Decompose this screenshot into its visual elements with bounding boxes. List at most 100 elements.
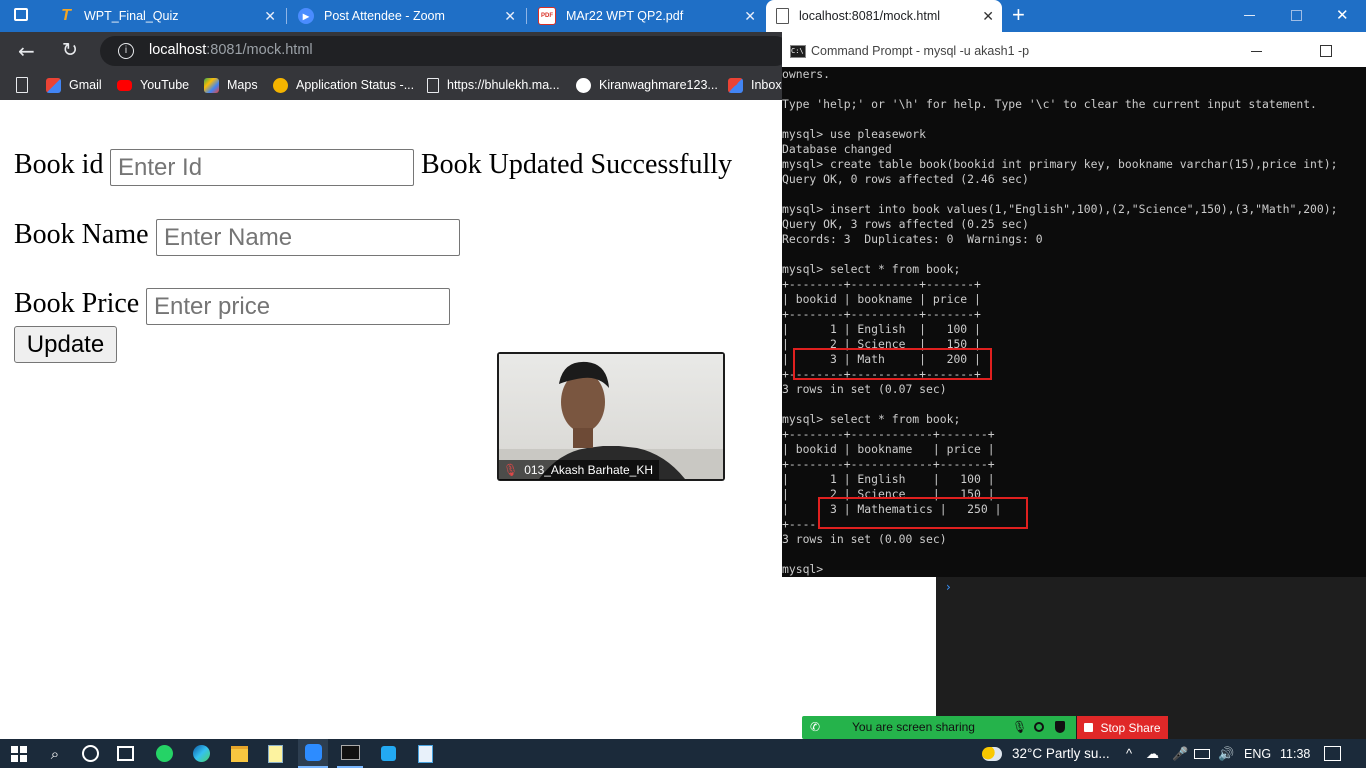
tab-pdf[interactable]: PDF MAr22 WPT QP2.pdf ✕: [528, 0, 764, 32]
highlight-box: [793, 348, 992, 380]
site-info-icon[interactable]: i: [118, 43, 134, 59]
zoom-app-icon[interactable]: [298, 739, 328, 768]
maps-icon: [204, 77, 219, 93]
weather-text: 32°C Partly su...: [1012, 746, 1110, 761]
stop-icon: [1084, 723, 1094, 732]
cmd-icon: C:\: [790, 45, 806, 58]
reload-icon[interactable]: ↻: [62, 39, 78, 61]
book-name-label: Book Name: [14, 219, 149, 250]
participant-name: 013_Akash Barhate_KH: [524, 463, 653, 477]
gmail-icon: [728, 77, 743, 93]
zoom-icon: ▶: [298, 8, 314, 24]
page-icon: [16, 77, 28, 93]
tab-title: WPT_Final_Quiz: [84, 9, 179, 23]
book-price-label: Book Price: [14, 288, 140, 319]
notes-app-icon[interactable]: [415, 739, 435, 768]
bookmark-label: Application Status -...: [296, 78, 415, 92]
sharing-status: You are screen sharing: [852, 720, 975, 734]
file-explorer-icon[interactable]: [229, 739, 249, 768]
record-icon[interactable]: [1034, 722, 1044, 732]
vscode-icon[interactable]: [378, 739, 398, 768]
testbook-icon: T: [61, 7, 71, 24]
notifications-icon[interactable]: [1324, 739, 1341, 768]
cmd-maximize-icon[interactable]: [1320, 45, 1332, 57]
bookmark-youtube[interactable]: YouTube: [117, 70, 189, 100]
youtube-icon: [117, 79, 132, 91]
stop-share-button[interactable]: Stop Share: [1077, 716, 1168, 739]
microphone-icon[interactable]: 🎤: [1172, 739, 1188, 768]
task-view-icon[interactable]: [115, 739, 135, 768]
shield-icon[interactable]: [1055, 721, 1065, 733]
share-drag-icon[interactable]: ✆: [810, 720, 820, 734]
restore-window-icon[interactable]: [1291, 10, 1302, 21]
back-arrow-icon[interactable]: ←: [18, 39, 35, 63]
tab-localhost[interactable]: localhost:8081/mock.html ✕: [766, 0, 1002, 32]
tab-title: Post Attendee - Zoom: [324, 9, 445, 23]
volume-icon[interactable]: 🔊: [1218, 739, 1234, 768]
tab-zoom[interactable]: ▶ Post Attendee - Zoom ✕: [288, 0, 524, 32]
whatsapp-icon[interactable]: [154, 739, 174, 768]
editor-panel: [936, 577, 1366, 739]
edge-icon[interactable]: [191, 739, 211, 768]
cmd-app-icon[interactable]: [337, 739, 363, 768]
update-button[interactable]: Update: [14, 326, 117, 363]
page-icon: [427, 77, 439, 93]
close-icon[interactable]: ✕: [982, 8, 994, 25]
github-icon: [576, 77, 591, 93]
notepad-icon[interactable]: [265, 739, 285, 768]
windows-start-icon[interactable]: [9, 739, 29, 768]
battery-icon[interactable]: [1194, 739, 1210, 768]
tab-wpt-quiz[interactable]: T WPT_Final_Quiz ✕: [48, 0, 284, 32]
bookmark-bhulekh[interactable]: https://bhulekh.ma...: [427, 70, 560, 100]
status-message: Book Updated Successfully: [421, 149, 733, 180]
bookmark-github[interactable]: Kiranwaghmare123...: [576, 70, 718, 100]
url-text[interactable]: localhost:8081/mock.html: [149, 42, 313, 58]
tab-divider: [286, 8, 287, 24]
partly-sunny-icon: [982, 746, 1002, 761]
cmd-title-bar[interactable]: C:\ Command Prompt - mysql -u akash1 -p: [782, 36, 1366, 67]
book-price-input[interactable]: [146, 288, 450, 325]
participant-name-tag: 🎙 013_Akash Barhate_KH: [499, 460, 659, 480]
book-name-input[interactable]: [156, 219, 460, 256]
bookmark-label: Maps: [227, 78, 258, 92]
cmd-minimize-icon[interactable]: [1251, 51, 1262, 52]
status-icon: [273, 77, 288, 93]
page-icon: [776, 8, 789, 24]
screen-share-bar: ✆ You are screen sharing 🎙: [802, 716, 1076, 739]
bookmark-label: Kiranwaghmare123...: [599, 78, 718, 92]
book-id-label: Book id: [14, 149, 104, 180]
url-host: localhost: [149, 42, 207, 58]
bookmark-maps[interactable]: Maps: [204, 70, 258, 100]
tab-divider: [526, 8, 527, 24]
minimize-window-icon[interactable]: [1244, 15, 1255, 16]
mic-muted-icon[interactable]: 🎙: [1012, 720, 1027, 734]
highlight-box: [818, 497, 1028, 529]
close-icon[interactable]: ✕: [744, 8, 756, 25]
muted-mic-icon: 🎙: [503, 463, 519, 477]
bookmark-gmail[interactable]: Gmail: [46, 70, 102, 100]
close-icon[interactable]: ✕: [264, 8, 276, 25]
network-icon[interactable]: ☁: [1146, 739, 1159, 768]
stop-share-label: Stop Share: [1100, 720, 1161, 735]
gmail-icon: [46, 77, 61, 93]
bookmark-inbox[interactable]: Inbox: [728, 70, 782, 100]
bookmark-label: Gmail: [69, 78, 102, 92]
close-icon[interactable]: ✕: [504, 8, 516, 25]
book-id-input[interactable]: [110, 149, 414, 186]
cmd-title: Command Prompt - mysql -u akash1 -p: [811, 44, 1030, 58]
weather-widget[interactable]: 32°C Partly su...: [982, 739, 1110, 768]
chevron-up-icon[interactable]: ^: [1126, 739, 1132, 768]
new-tab-button[interactable]: +: [1012, 2, 1025, 28]
clock[interactable]: 11:38: [1280, 739, 1310, 768]
pdf-icon: PDF: [538, 7, 556, 25]
tab-title: localhost:8081/mock.html: [799, 9, 941, 23]
tab-title: MAr22 WPT QP2.pdf: [566, 9, 684, 23]
cortana-icon[interactable]: [80, 739, 100, 768]
tab-actions-icon[interactable]: [14, 8, 28, 21]
bookmark-label: https://bhulekh.ma...: [447, 78, 560, 92]
bookmark-application-status[interactable]: Application Status -...: [273, 70, 414, 100]
close-window-icon[interactable]: ✕: [1336, 6, 1349, 24]
search-icon[interactable]: ⌕: [44, 739, 66, 768]
bookmark-label: Inbox: [751, 78, 782, 92]
language-indicator[interactable]: ENG: [1244, 739, 1271, 768]
